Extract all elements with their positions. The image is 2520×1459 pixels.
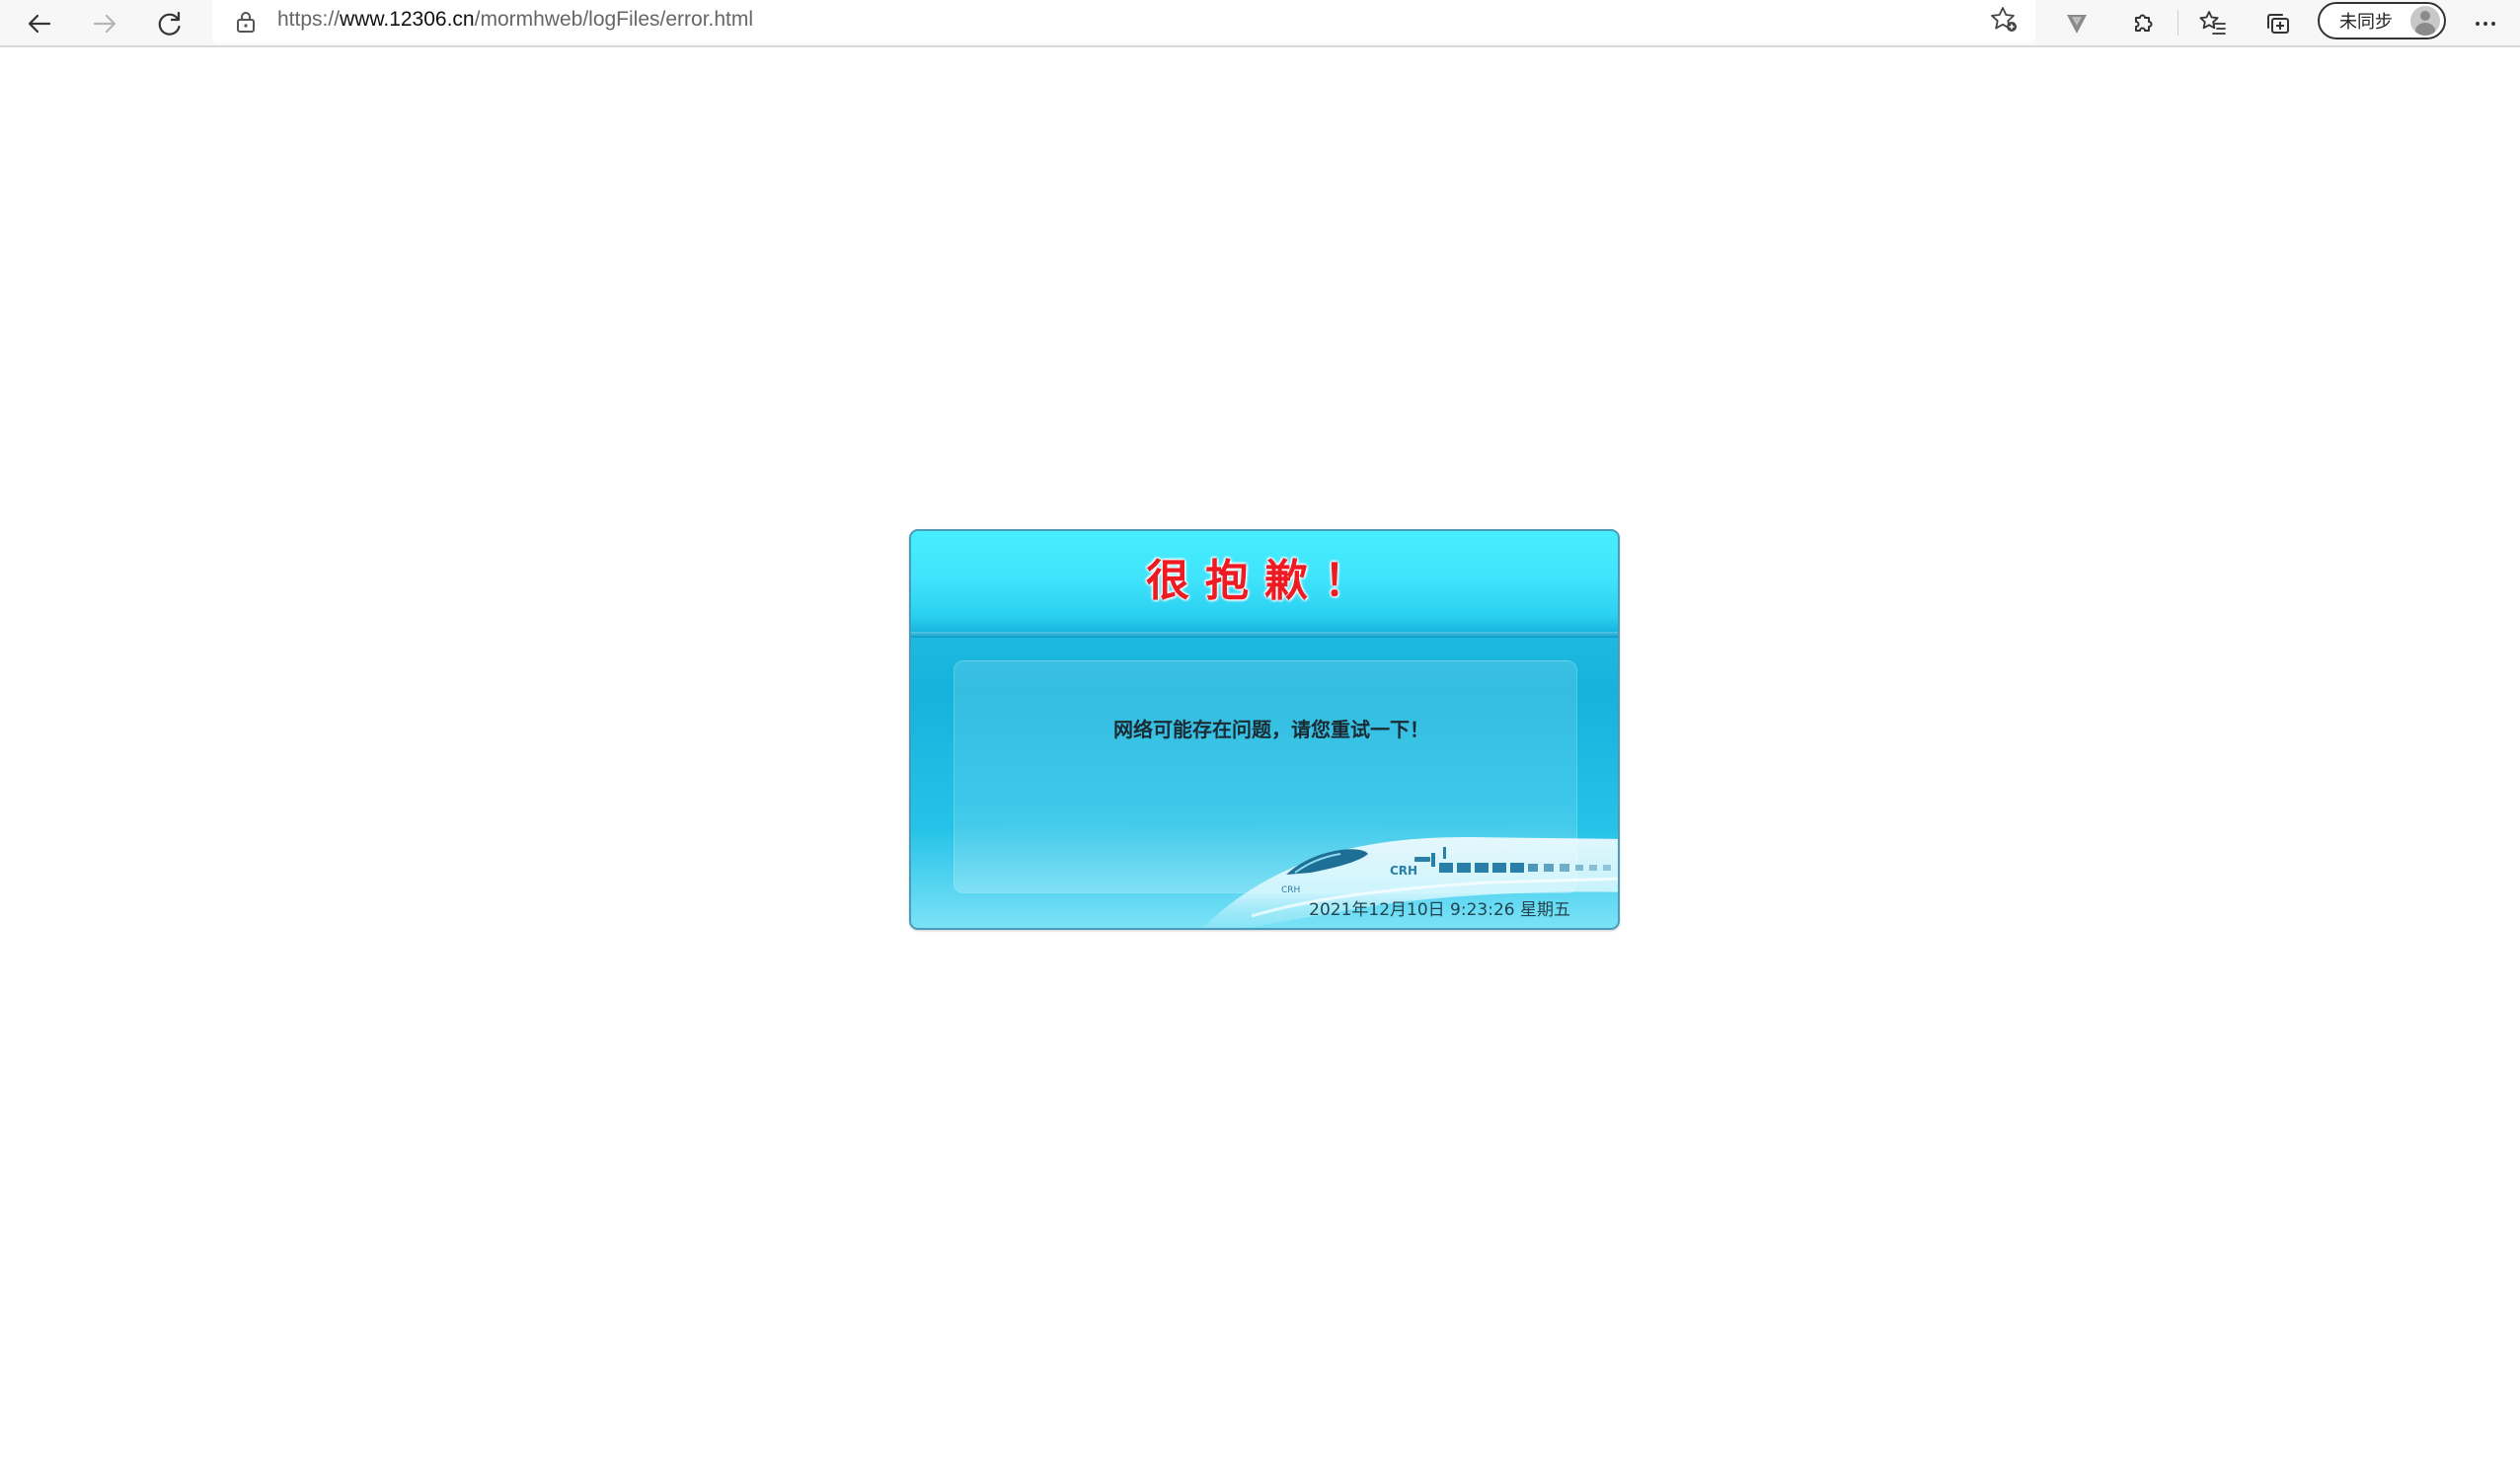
profile-avatar-icon <box>2410 6 2440 36</box>
profile-sync-label: 未同步 <box>2339 12 2393 33</box>
more-menu-icon <box>2472 10 2499 38</box>
collections-button[interactable] <box>2258 4 2298 43</box>
browser-toolbar: https://www.12306.cn/mormhweb/logFiles/e… <box>0 0 2520 47</box>
address-bar[interactable]: https://www.12306.cn/mormhweb/logFiles/e… <box>212 0 2035 43</box>
extensions-button[interactable] <box>2122 4 2162 43</box>
extensions-puzzle-icon <box>2128 10 2156 38</box>
extension-v-icon <box>2063 10 2091 38</box>
url-scheme: https:// <box>277 8 341 31</box>
url-text[interactable]: https://www.12306.cn/mormhweb/logFiles/e… <box>277 0 753 39</box>
favorites-button[interactable] <box>2193 4 2233 43</box>
back-arrow-icon <box>26 10 53 38</box>
lock-icon[interactable] <box>232 8 260 36</box>
collections-icon <box>2264 10 2292 38</box>
extension-v-button[interactable] <box>2057 4 2097 43</box>
error-card: 很抱歉！ 网络可能存在问题，请您重试一下！ CRH CRH 2021年12月10… <box>909 529 1620 930</box>
refresh-icon <box>156 10 184 38</box>
url-path: /mormhweb/logFiles/error.html <box>474 8 754 31</box>
favorites-icon <box>2198 9 2228 38</box>
error-title: 很抱歉！ <box>1146 556 1383 606</box>
toolbar-divider <box>2177 10 2178 36</box>
svg-text:CRH: CRH <box>1281 885 1300 895</box>
forward-button[interactable] <box>85 4 124 43</box>
error-datetime: 2021年12月10日 9:23:26 星期五 <box>1309 900 1570 920</box>
url-host: www.12306.cn <box>340 8 475 31</box>
add-favorite-star-icon <box>1989 5 2019 39</box>
more-menu-button[interactable] <box>2466 4 2505 43</box>
profile-button[interactable]: 未同步 <box>2318 2 2446 39</box>
back-button[interactable] <box>20 4 59 43</box>
refresh-button[interactable] <box>150 4 190 43</box>
forward-arrow-icon <box>91 10 118 38</box>
error-card-header: 很抱歉！ <box>911 531 1618 638</box>
svg-text:CRH: CRH <box>1390 864 1417 878</box>
add-favorite-button[interactable] <box>1986 4 2022 39</box>
error-message: 网络可能存在问题，请您重试一下！ <box>1113 718 1429 741</box>
